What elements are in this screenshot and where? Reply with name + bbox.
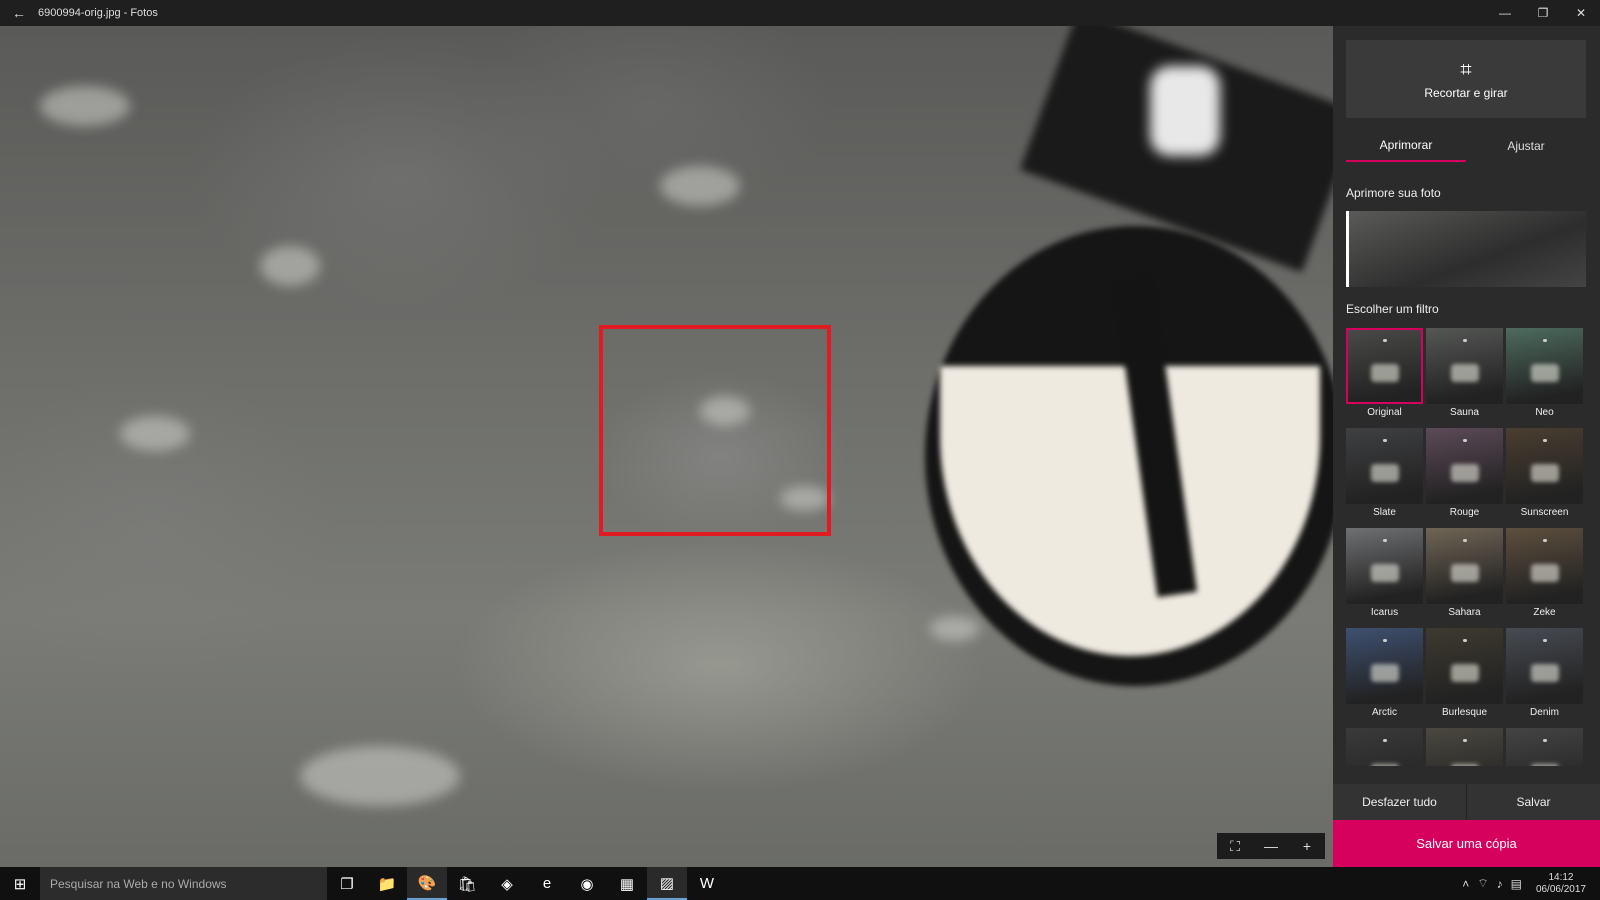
filter-label: Rouge <box>1449 507 1480 518</box>
save-button[interactable]: Salvar <box>1467 784 1600 820</box>
minimize-button[interactable]: — <box>1486 0 1524 26</box>
filter-thumbnail <box>1426 628 1503 704</box>
clock-date: 06/06/2017 <box>1535 883 1586 895</box>
system-tray: ˄ ⌔ ♪ ▤ 14:12 06/06/2017 <box>1462 872 1600 896</box>
title-bar: ← 6900994-orig.jpg - Fotos — ❐ ✕ <box>0 0 1600 26</box>
filter-thumbnail <box>1426 528 1503 604</box>
filter-label: Sunscreen <box>1520 507 1569 518</box>
filter-label: Sauna <box>1450 407 1479 418</box>
zoom-out-icon[interactable]: — <box>1253 833 1289 859</box>
window-title: 6900994-orig.jpg - Fotos <box>38 7 158 19</box>
filter-thumbnail <box>1506 628 1583 704</box>
filter-tile[interactable]: Icarus <box>1346 528 1423 624</box>
filter-tile[interactable]: Sahara <box>1426 528 1503 624</box>
filter-label: Sahara <box>1448 607 1481 618</box>
filter-tile[interactable]: Slate <box>1346 428 1423 524</box>
filter-thumbnail <box>1506 328 1583 404</box>
enhance-slider[interactable] <box>1346 211 1586 287</box>
enhance-title: Aprimore sua foto <box>1346 186 1441 200</box>
photo-texture <box>660 166 740 206</box>
filter-tile[interactable]: Neo <box>1506 328 1583 424</box>
crop-icon: ⌗ <box>1460 58 1472 81</box>
task-view-icon[interactable]: ❐ <box>327 867 367 900</box>
filter-label: Neo <box>1535 407 1554 418</box>
volume-icon[interactable]: ♪ <box>1497 877 1503 891</box>
filter-thumbnail <box>1346 728 1423 766</box>
photo-texture <box>260 246 320 286</box>
filter-thumbnail <box>1346 628 1423 704</box>
back-arrow-icon[interactable]: ← <box>0 0 38 26</box>
photo-lander-highlight <box>1150 66 1220 156</box>
action-bar: Desfazer tudo Salvar <box>1333 784 1600 820</box>
network-icon[interactable]: ⌔ <box>1477 876 1488 891</box>
clock[interactable]: 14:12 06/06/2017 <box>1530 872 1592 896</box>
photos-icon[interactable]: ▨ <box>647 867 687 900</box>
filter-title: Escolher um filtro <box>1346 302 1439 316</box>
paint-icon[interactable]: 🎨 <box>407 867 447 900</box>
filter-thumbnail <box>1426 728 1503 766</box>
filter-label: Original <box>1367 407 1402 418</box>
filter-tile[interactable] <box>1346 728 1423 766</box>
taskbar-apps: ❐ 📁 🎨 🛍 ◈ e ◉ ▦ ▨ W <box>327 867 727 900</box>
tab-aprimorar[interactable]: Aprimorar <box>1346 130 1466 162</box>
filter-tile[interactable]: Zeke <box>1506 528 1583 624</box>
word-icon[interactable]: W <box>687 867 727 900</box>
fit-screen-icon[interactable]: ⛶ <box>1217 833 1253 859</box>
filter-label: Denim <box>1530 707 1559 718</box>
calendar-icon[interactable]: ▦ <box>607 867 647 900</box>
crop-rotate-label: Recortar e girar <box>1424 85 1508 100</box>
clock-time: 14:12 <box>1548 871 1574 883</box>
edit-tabs: Aprimorar Ajustar <box>1346 130 1600 162</box>
filter-thumbnail <box>1346 328 1423 404</box>
filter-tile[interactable]: Denim <box>1506 628 1583 724</box>
store-icon[interactable]: 🛍 <box>447 867 487 900</box>
save-copy-button[interactable]: Salvar uma cópia <box>1333 820 1600 867</box>
taskbar-search-input[interactable]: Pesquisar na Web e no Windows <box>40 867 327 900</box>
filter-tile[interactable] <box>1506 728 1583 766</box>
filter-tile[interactable] <box>1426 728 1503 766</box>
photo-texture <box>120 416 190 451</box>
filter-label: Burlesque <box>1441 707 1488 718</box>
filter-tile[interactable]: Original <box>1346 328 1423 424</box>
close-button[interactable]: ✕ <box>1562 0 1600 26</box>
zoom-in-icon[interactable]: + <box>1289 833 1325 859</box>
filter-thumbnail <box>1426 428 1503 504</box>
windows-start-icon[interactable]: ⊞ <box>0 867 40 900</box>
photo-texture <box>300 746 460 806</box>
filter-thumbnail <box>1506 528 1583 604</box>
taskbar: ⊞ Pesquisar na Web e no Windows ❐ 📁 🎨 🛍 ◈ e ◉ ▦… <box>0 867 1600 900</box>
crop-rotate-button[interactable]: ⌗ Recortar e girar <box>1346 40 1586 118</box>
photo-texture <box>40 86 130 126</box>
filter-thumbnail <box>1346 528 1423 604</box>
tab-ajustar[interactable]: Ajustar <box>1466 130 1586 162</box>
chevron-up-icon[interactable]: ˄ <box>1462 877 1469 891</box>
app-icon[interactable]: ◈ <box>487 867 527 900</box>
filter-tile[interactable]: Sauna <box>1426 328 1503 424</box>
filter-label: Zeke <box>1533 607 1556 618</box>
filter-tile[interactable]: Sunscreen <box>1506 428 1583 524</box>
filter-grid: Original Sauna Neo Slate Rouge Sunscreen Icaru… <box>1346 328 1591 766</box>
zoom-controls: ⛶ — + <box>1217 833 1325 859</box>
maximize-button[interactable]: ❐ <box>1524 0 1562 26</box>
filter-label: Arctic <box>1372 707 1397 718</box>
filter-thumbnail <box>1506 728 1583 766</box>
edge-icon[interactable]: e <box>527 867 567 900</box>
filter-thumbnail <box>1426 328 1503 404</box>
filter-label: Icarus <box>1370 607 1399 618</box>
red-highlight-box <box>599 325 831 536</box>
notification-icon[interactable]: ▤ <box>1511 877 1522 891</box>
filter-tile[interactable]: Rouge <box>1426 428 1503 524</box>
photos-app: ← 6900994-orig.jpg - Fotos — ❐ ✕ ⛶ — + ⌗… <box>0 0 1600 900</box>
photo-viewer[interactable]: ⛶ — + <box>0 26 1333 867</box>
filter-label: Slate <box>1373 507 1396 518</box>
file-explorer-icon[interactable]: 📁 <box>367 867 407 900</box>
undo-all-button[interactable]: Desfazer tudo <box>1333 784 1467 820</box>
photo-texture <box>930 616 980 641</box>
filter-tile[interactable]: Burlesque <box>1426 628 1503 724</box>
filter-thumbnail <box>1346 428 1423 504</box>
chrome-icon[interactable]: ◉ <box>567 867 607 900</box>
edit-panel: ⌗ Recortar e girar Aprimorar Ajustar Apr… <box>1333 26 1600 867</box>
filter-thumbnail <box>1506 428 1583 504</box>
filter-tile[interactable]: Arctic <box>1346 628 1423 724</box>
